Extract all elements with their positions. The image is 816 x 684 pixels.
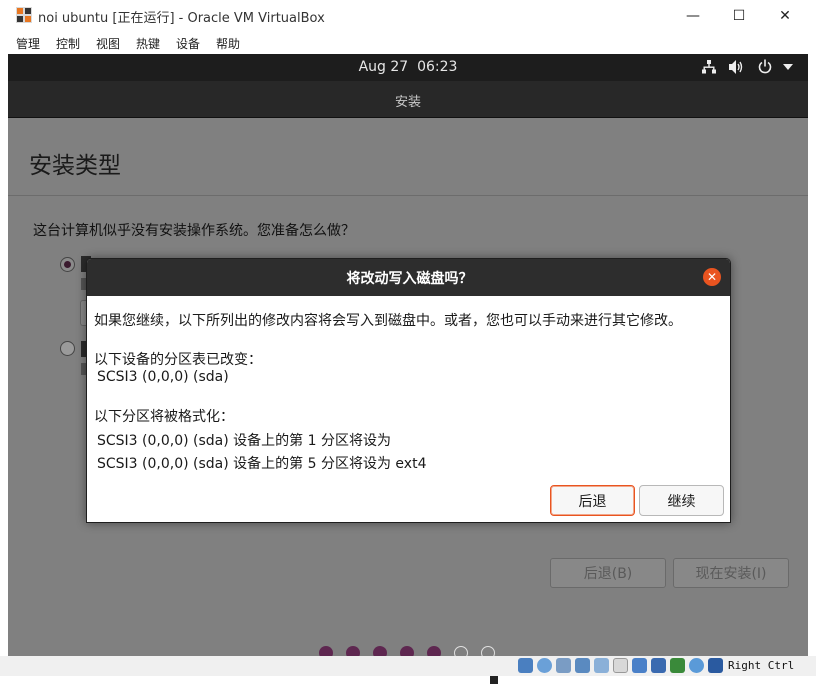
harddisk-icon[interactable] xyxy=(518,658,533,673)
usb-icon[interactable] xyxy=(594,658,609,673)
progress-dot xyxy=(481,646,495,656)
minimize-icon: — xyxy=(686,7,700,24)
close-icon: ✕ xyxy=(779,7,791,24)
write-changes-dialog: 将改动写入磁盘吗？ ✕ 如果您继续，以下所列出的修改内容将会写入到磁盘中。或者，… xyxy=(86,258,731,523)
divider xyxy=(8,195,808,196)
menu-view[interactable]: 视图 xyxy=(96,35,120,52)
dialog-continue-button[interactable]: 继续 xyxy=(639,485,724,516)
minimize-button[interactable]: — xyxy=(670,0,716,31)
erase-disk-radio[interactable] xyxy=(60,257,75,272)
dialog-header: 将改动写入磁盘吗？ ✕ xyxy=(87,259,730,296)
network-icon[interactable] xyxy=(702,60,716,74)
partition-heading: 以下设备的分区表已改变： xyxy=(94,352,262,368)
progress-dot xyxy=(346,646,360,656)
close-window-button[interactable]: ✕ xyxy=(762,0,808,31)
recording-icon[interactable] xyxy=(651,658,666,673)
menu-help[interactable]: 帮助 xyxy=(216,35,240,52)
vbox-statusbar: Right Ctrl xyxy=(0,656,816,676)
progress-dot xyxy=(400,646,414,656)
clock[interactable]: Aug 27 06:23 xyxy=(8,59,808,75)
virtualbox-app-icon xyxy=(16,7,32,23)
taskbar-fragment xyxy=(490,676,498,684)
dialog-back-button[interactable]: 后退 xyxy=(550,485,635,516)
clock-date: Aug 27 xyxy=(358,59,409,75)
menu-control[interactable]: 控制 xyxy=(56,35,80,52)
window-bottom-edge xyxy=(0,676,816,684)
dialog-intro: 如果您继续，以下所列出的修改内容将会写入到磁盘中。或者，您也可以手动来进行其它修… xyxy=(94,313,682,329)
cpu-icon[interactable] xyxy=(670,658,685,673)
format-heading: 以下分区将被格式化： xyxy=(94,409,234,425)
menu-manage[interactable]: 管理 xyxy=(16,35,40,52)
close-icon: ✕ xyxy=(706,270,718,284)
install-now-button[interactable]: 现在安装(I) xyxy=(673,558,789,588)
back-button[interactable]: 后退(B) xyxy=(550,558,666,588)
volume-icon[interactable] xyxy=(729,60,744,74)
window-titlebar[interactable]: noi ubuntu [正在运行] - Oracle VM VirtualBox… xyxy=(0,0,816,31)
dialog-title: 将改动写入磁盘吗？ xyxy=(346,271,473,287)
power-icon[interactable] xyxy=(758,59,772,74)
dialog-close-button[interactable]: ✕ xyxy=(703,268,721,286)
installer-window-title: 安装 xyxy=(394,95,421,110)
optical-drive-icon[interactable] xyxy=(537,658,552,673)
progress-dot xyxy=(427,646,441,656)
partition-device: SCSI3 (0,0,0) (sda) xyxy=(97,369,229,385)
audio-icon[interactable] xyxy=(556,658,571,673)
format-line: SCSI3 (0,0,0) (sda) 设备上的第 1 分区将设为 xyxy=(97,433,391,449)
menu-devices[interactable]: 设备 xyxy=(176,35,200,52)
progress-dot xyxy=(373,646,387,656)
maximize-icon: ☐ xyxy=(732,7,746,24)
installer-headerbar: 安装 xyxy=(8,81,808,118)
host-key-label: Right Ctrl xyxy=(728,659,795,672)
something-else-radio[interactable] xyxy=(60,341,75,356)
keyboard-capture-icon[interactable] xyxy=(708,658,723,673)
progress-dot xyxy=(319,646,333,656)
maximize-button[interactable]: ☐ xyxy=(716,0,762,31)
vm-screen[interactable]: Aug 27 06:23 安装 安装类型 这台计算机似乎没有安装操作系统。您准备… xyxy=(8,54,808,656)
clock-time: 06:23 xyxy=(417,59,458,75)
progress-dot xyxy=(454,646,468,656)
install-question: 这台计算机似乎没有安装操作系统。您准备怎么做？ xyxy=(33,223,355,239)
network-adapter-icon[interactable] xyxy=(575,658,590,673)
shared-folders-icon[interactable] xyxy=(613,658,628,673)
format-line: SCSI3 (0,0,0) (sda) 设备上的第 5 分区将设为 ext4 xyxy=(97,456,427,472)
mouse-integration-icon[interactable] xyxy=(689,658,704,673)
window-title: noi ubuntu [正在运行] - Oracle VM VirtualBox xyxy=(38,11,325,26)
gnome-top-bar: Aug 27 06:23 xyxy=(8,54,808,81)
menu-hotkeys[interactable]: 热键 xyxy=(136,35,160,52)
dropdown-arrow-icon[interactable] xyxy=(783,64,793,71)
virtualbox-window: noi ubuntu [正在运行] - Oracle VM VirtualBox… xyxy=(0,0,816,684)
display-icon[interactable] xyxy=(632,658,647,673)
page-title: 安装类型 xyxy=(29,153,121,179)
menubar: 管理 控制 视图 热键 设备 帮助 xyxy=(0,31,816,54)
